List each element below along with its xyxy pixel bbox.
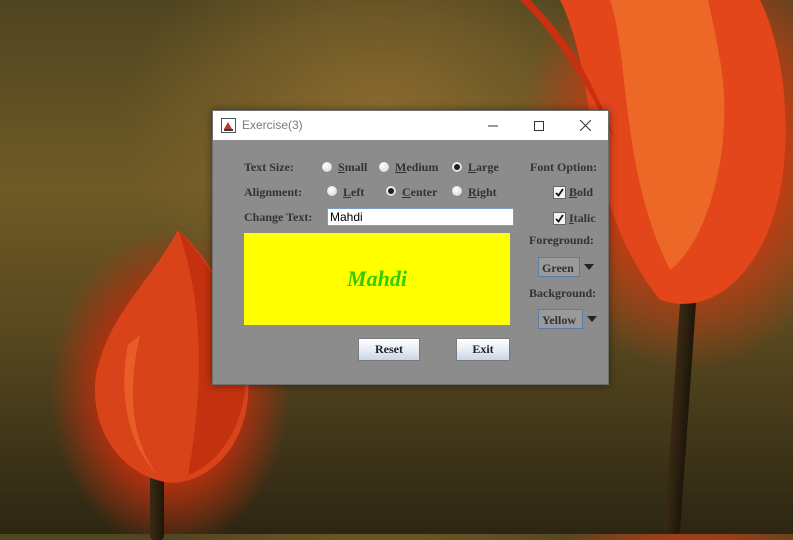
radio-center-label[interactable]: Center bbox=[402, 185, 437, 200]
radio-right[interactable] bbox=[451, 185, 463, 197]
change-text-label: Change Text: bbox=[244, 210, 313, 224]
radio-left[interactable] bbox=[326, 185, 338, 197]
alignment-label: Alignment: bbox=[244, 185, 302, 199]
radio-center[interactable] bbox=[385, 185, 397, 197]
chevron-down-icon bbox=[584, 264, 594, 270]
radio-left-label[interactable]: Left bbox=[343, 185, 364, 200]
radio-right-label[interactable]: Right bbox=[468, 185, 497, 200]
bold-checkbox-label[interactable]: Bold bbox=[569, 185, 593, 200]
checkmark-icon bbox=[555, 188, 564, 197]
exit-button[interactable]: Exit bbox=[456, 338, 510, 361]
title-bar[interactable]: Exercise(3) bbox=[213, 111, 608, 140]
text-size-label: Text Size: bbox=[244, 160, 294, 174]
font-option-label: Font Option: bbox=[530, 160, 598, 174]
foreground-label: Foreground: bbox=[529, 233, 594, 247]
maximize-button[interactable] bbox=[516, 111, 562, 140]
foreground-select[interactable]: Green bbox=[538, 257, 580, 277]
exercise-window: Exercise(3) Text Size: Small Medium Larg… bbox=[212, 110, 609, 385]
background-label: Background: bbox=[529, 286, 597, 300]
radio-small[interactable] bbox=[321, 161, 333, 173]
minimize-icon bbox=[488, 125, 498, 126]
window-title: Exercise(3) bbox=[242, 118, 303, 132]
radio-medium-label[interactable]: Medium bbox=[395, 160, 438, 175]
maximize-icon bbox=[534, 120, 544, 131]
background-select[interactable]: Yellow bbox=[538, 309, 583, 329]
change-text-input[interactable]: Mahdi bbox=[327, 208, 514, 226]
radio-large[interactable] bbox=[451, 161, 463, 173]
italic-checkbox-label[interactable]: Italic bbox=[569, 211, 596, 226]
preview-text: Mahdi bbox=[347, 266, 407, 291]
chevron-down-icon bbox=[587, 316, 597, 322]
bold-checkbox[interactable] bbox=[553, 186, 566, 199]
radio-small-label[interactable]: Small bbox=[338, 160, 367, 175]
preview-panel: Mahdi bbox=[244, 233, 510, 325]
italic-checkbox[interactable] bbox=[553, 212, 566, 225]
minimize-button[interactable] bbox=[470, 111, 516, 140]
radio-large-label[interactable]: Large bbox=[468, 160, 499, 175]
close-icon bbox=[579, 120, 591, 131]
foreground-dropdown-button[interactable] bbox=[582, 257, 596, 277]
java-app-icon bbox=[221, 118, 236, 133]
radio-medium[interactable] bbox=[378, 161, 390, 173]
checkmark-icon bbox=[555, 214, 564, 223]
tulip-stem-right bbox=[663, 299, 697, 535]
background-dropdown-button[interactable] bbox=[585, 309, 599, 329]
close-button[interactable] bbox=[562, 111, 608, 140]
reset-button[interactable]: Reset bbox=[358, 338, 420, 361]
